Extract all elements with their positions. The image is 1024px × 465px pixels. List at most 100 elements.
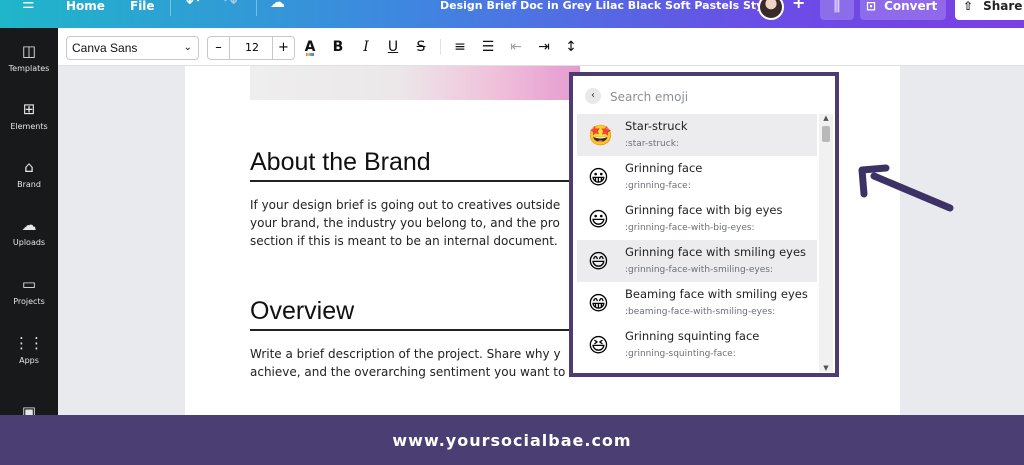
sidebar-item-label: Apps [19,356,39,365]
outdent-icon[interactable]: ⇤ [506,37,526,57]
grinning-face-big-eyes-emoji-icon: 😃 [588,207,609,231]
chevron-down-icon: ⌄ [183,42,192,53]
bulleted-list-icon[interactable]: ☰ [478,37,498,57]
avatar[interactable] [758,0,784,20]
line-spacing-icon[interactable]: ↕ [561,37,581,57]
scrollbar-thumb[interactable] [822,126,830,142]
sidebar-item-templates[interactable]: ◫ Templates [0,42,58,73]
document-title[interactable]: Design Brief Doc in Grey Lilac Black Sof… [440,0,775,24]
format-toolbar: Canva Sans ⌄ – 12 + A B I U S ≡ ☰ ⇤ ⇥ ↕ [58,28,1024,66]
back-chevron-icon[interactable]: ‹ [585,88,601,104]
emoji-shortcode: :grinning-face-with-smiling-eyes: [625,265,774,275]
top-bar: ☰ Home File ↶ ↷ ☁ Design Brief Doc in Gr… [0,0,1024,28]
paragraph-line: If your design brief is going out to cre… [250,198,561,212]
emoji-list-item[interactable]: 😀 Grinning face :grinning-face: [577,156,817,198]
paragraph-line: section if this is meant to be an intern… [250,234,558,248]
emoji-name: Beaming face with smiling eyes [625,287,808,301]
scroll-up-icon[interactable]: ▲ [819,114,833,122]
watermark-footer: www.yoursocialbae.com [0,415,1024,465]
sidebar-item-label: Templates [8,64,50,73]
emoji-list-item[interactable]: 😆 Grinning squinting face :grinning-squi… [577,324,817,366]
sidebar-item-projects[interactable]: ▭ Projects [0,275,58,306]
sidebar-item-brand[interactable]: ⌂ Brand [0,158,58,189]
indent-icon[interactable]: ⇥ [534,37,554,57]
bold-icon[interactable]: B [328,37,348,57]
sidebar-item-elements[interactable]: ⊞ Elements [0,100,58,131]
sidebar-item-label: Brand [17,180,41,189]
underline-icon[interactable]: U [383,37,403,57]
templates-icon: ◫ [21,42,37,60]
emoji-list-item[interactable]: 😄 Grinning face with smiling eyes :grinn… [577,240,817,282]
align-left-icon[interactable]: ≡ [450,37,470,57]
share-button[interactable]: ⇧ Share [955,0,1024,20]
emoji-shortcode: :grinning-face: [625,181,691,191]
section-heading-overview[interactable]: Overview [250,297,354,326]
scroll-down-icon[interactable]: ▼ [819,364,833,372]
emoji-search-placeholder: Search emoji [610,90,689,104]
strikethrough-icon[interactable]: S [411,37,431,57]
emoji-shortcode: :star-struck: [625,139,679,149]
font-family-value: Canva Sans [72,41,138,55]
footer-website-text: www.yoursocialbae.com [392,431,632,450]
present-icon: ⊡ [866,0,877,13]
text-color-icon: A [304,39,316,56]
paragraph-line: achieve, and the overarching sentiment y… [250,365,566,379]
annotation-arrow-icon [858,164,954,212]
sidebar-item-label: Uploads [12,238,46,247]
divider [170,0,171,16]
heading-underline [250,329,570,331]
undo-icon[interactable]: ↶ [186,0,199,20]
italic-icon[interactable]: I [356,37,376,57]
text-color-button[interactable]: A [300,37,320,57]
emoji-list-item[interactable]: 🤩 Star-struck :star-struck: [577,114,817,156]
sidebar-item-apps[interactable]: ⋮⋮ Apps [0,334,58,365]
grinning-squinting-face-emoji-icon: 😆 [588,333,609,357]
section-paragraph-overview[interactable]: Write a brief description of the project… [250,345,570,381]
emoji-name: Grinning face [625,161,703,175]
emoji-shortcode: :beaming-face-with-smiling-eyes: [625,307,776,317]
folder-icon: ▭ [21,275,37,293]
share-label: Share [983,0,1023,13]
emoji-list-scrollbar[interactable]: ▲ ▼ [819,114,833,372]
grinning-face-smiling-eyes-emoji-icon: 😄 [588,249,609,273]
divider [256,0,257,16]
grinning-face-emoji-icon: 😀 [588,165,609,189]
paragraph-line: your brand, the industry you belong to, … [250,216,560,230]
emoji-list-item[interactable]: 😃 Grinning face with big eyes :grinning-… [577,198,817,240]
banner-image [250,66,580,100]
home-menu[interactable]: Home [66,0,105,24]
file-menu[interactable]: File [130,0,155,24]
increase-font-size-button[interactable]: + [272,37,294,59]
sidebar-item-label: Projects [13,297,45,306]
emoji-name: Grinning face with big eyes [625,203,783,217]
paragraph-line: Write a brief description of the project… [250,347,561,361]
redo-icon[interactable]: ↷ [224,0,237,20]
convert-button[interactable]: ⊡ Convert [860,0,946,20]
emoji-name: Star-struck [625,119,688,133]
apps-grid-icon: ⋮⋮ [14,334,44,352]
cloud-saved-icon[interactable]: ☁ [270,0,285,20]
hamburger-menu-icon[interactable]: ☰ [22,0,35,22]
convert-label: Convert [884,0,938,13]
decrease-font-size-button[interactable]: – [208,37,230,59]
emoji-search-field[interactable]: ‹ Search emoji [577,80,835,110]
emoji-list-item[interactable]: 😁 Beaming face with smiling eyes :beamin… [577,282,817,324]
emoji-shortcode: :grinning-squinting-face: [625,349,736,359]
emoji-name: Grinning squinting face [625,329,760,343]
section-heading-about[interactable]: About the Brand [250,148,431,177]
plus-icon[interactable]: + [792,0,805,21]
emoji-name: Grinning face with smiling eyes [625,245,807,259]
beaming-face-emoji-icon: 😁 [588,291,609,315]
heading-underline [250,180,570,182]
divider [440,39,441,55]
emoji-list: 🤩 Star-struck :star-struck: 😀 Grinning f… [577,114,817,370]
upload-cloud-icon: ☁ [21,216,37,234]
section-paragraph-about[interactable]: If your design brief is going out to cre… [250,196,570,250]
color-swatch-bar [305,53,315,56]
emoji-shortcode: :grinning-face-with-big-eyes: [625,223,755,233]
bar-chart-icon[interactable]: ⫼ [820,0,854,20]
left-sidebar: ◫ Templates ⊞ Elements ⌂ Brand ☁ Uploads… [0,28,58,421]
font-family-dropdown[interactable]: Canva Sans ⌄ [66,36,199,60]
sidebar-item-uploads[interactable]: ☁ Uploads [0,216,58,247]
font-size-input[interactable]: 12 [231,37,273,59]
